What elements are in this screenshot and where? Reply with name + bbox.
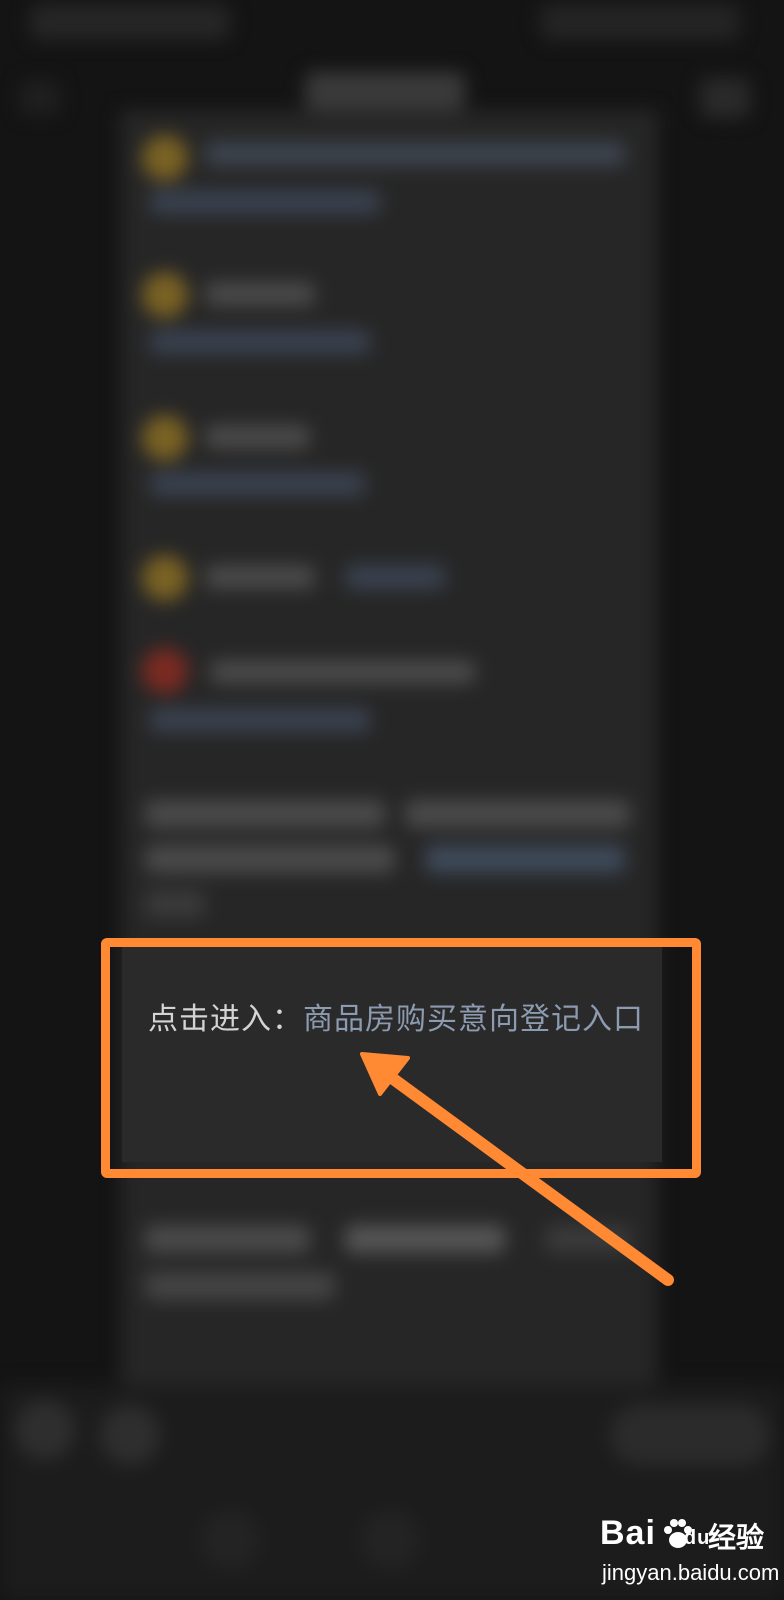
item-icon <box>142 415 188 461</box>
content-card <box>120 110 658 1400</box>
list-item[interactable] <box>205 425 310 449</box>
paragraph-line <box>345 1225 505 1253</box>
watermark-suffix: 经验 <box>708 1521 765 1554</box>
paragraph-line <box>405 800 630 828</box>
status-bar-right <box>540 4 740 40</box>
paragraph-line <box>145 845 395 873</box>
list-item-sub <box>345 565 445 589</box>
item-icon <box>142 135 188 181</box>
list-item[interactable] <box>210 660 475 684</box>
more-icon[interactable] <box>700 78 750 118</box>
bottom-nav-item[interactable] <box>200 1510 260 1570</box>
bottom-nav-item[interactable] <box>360 1510 420 1570</box>
item-icon <box>142 555 188 601</box>
bottom-icon[interactable] <box>15 1400 75 1460</box>
list-item[interactable] <box>205 565 315 589</box>
list-item-sub <box>150 708 370 732</box>
item-icon <box>142 272 188 318</box>
list-item[interactable] <box>205 142 625 166</box>
paragraph-line <box>145 890 205 918</box>
list-item-sub <box>150 330 370 354</box>
baidu-watermark: Bai du 经验 jingyan.baidu.com <box>600 1514 779 1592</box>
list-item[interactable] <box>205 282 315 306</box>
watermark-url: jingyan.baidu.com <box>602 1560 780 1585</box>
bottom-action[interactable] <box>610 1405 770 1465</box>
status-bar-left <box>30 4 230 40</box>
list-item-sub <box>150 190 380 214</box>
page-title <box>305 72 465 110</box>
highlight-frame <box>101 938 701 1178</box>
bottom-icon[interactable] <box>100 1405 160 1465</box>
paragraph-line <box>145 800 385 828</box>
item-icon <box>142 648 188 694</box>
list-item-sub <box>150 472 365 496</box>
back-icon[interactable] <box>20 80 60 116</box>
paragraph-line <box>145 1272 335 1300</box>
paragraph-link[interactable] <box>425 845 625 873</box>
paragraph-line <box>145 1225 310 1253</box>
baidu-paw-icon <box>664 1519 692 1548</box>
paragraph-line <box>545 1225 630 1253</box>
